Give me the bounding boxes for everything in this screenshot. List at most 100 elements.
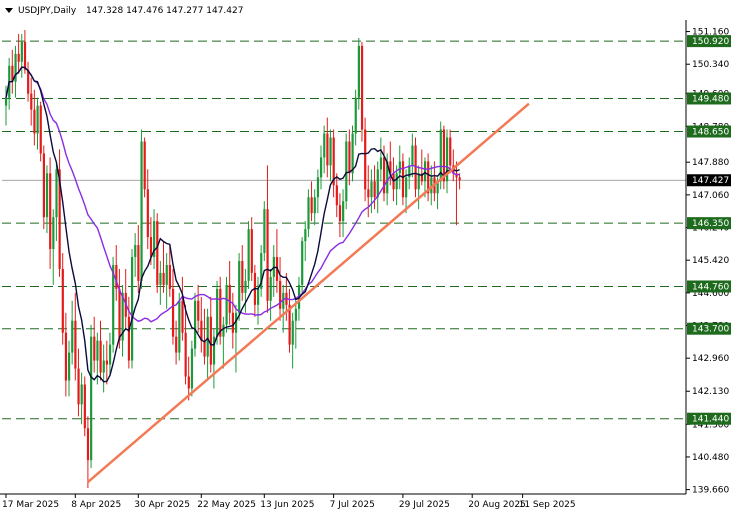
time-tick-label: 30 Apr 2025 (134, 500, 190, 510)
candle-body (83, 384, 86, 429)
candle-body (398, 161, 401, 174)
candle-body (360, 45, 364, 130)
candle-body (112, 264, 115, 345)
candle-body (23, 41, 27, 70)
price-tick-label: 147.880 (692, 158, 729, 168)
level-label-text: 148.650 (692, 128, 729, 138)
candle-body (313, 197, 316, 214)
candle-body (348, 141, 351, 174)
candle-body (131, 257, 134, 361)
price-tick-label: 142.130 (692, 387, 729, 397)
header: USDJPY,Daily 147.328 147.476 147.277 147… (5, 6, 243, 16)
candle-body (171, 288, 175, 337)
level-label-text: 146.350 (692, 219, 729, 229)
candle-body (231, 312, 234, 333)
candle-body (247, 229, 250, 281)
candle-body (279, 280, 282, 309)
candle-body (357, 45, 360, 98)
candle-body (108, 344, 112, 365)
candle-body (20, 41, 23, 62)
level-label-text: 144.760 (692, 282, 729, 292)
price-tick-label: 150.340 (692, 60, 729, 70)
candle-body (168, 264, 171, 289)
candle-body (216, 288, 219, 337)
time-tick-label: 8 Apr 2025 (71, 500, 121, 510)
candle-body (184, 332, 187, 377)
candle-body (367, 189, 370, 198)
candle-body (162, 272, 165, 285)
candle-body (219, 288, 222, 337)
level-label-text: 143.700 (692, 325, 729, 335)
candle-body (194, 300, 197, 349)
level-label-text: 149.480 (692, 94, 729, 104)
candle-body (304, 229, 307, 242)
candle-body (241, 260, 244, 293)
candle-body (181, 300, 184, 333)
candle-body (45, 173, 49, 218)
candle-body (316, 177, 320, 198)
candle-body (61, 268, 64, 333)
candle-body (90, 336, 93, 461)
current-price-label: 147.427 (687, 174, 731, 187)
candle-body (86, 428, 90, 461)
level-label-text: 141.440 (692, 415, 729, 425)
level-label-text: 150.920 (692, 37, 729, 47)
candle-body (137, 245, 140, 281)
candle-body (209, 316, 212, 365)
candle-body (263, 209, 266, 254)
time-tick-label: 22 May 2025 (197, 500, 256, 510)
candle-body (55, 169, 58, 218)
price-tick-label: 147.060 (692, 191, 729, 201)
candle-body (206, 316, 209, 357)
candle-body (127, 316, 131, 361)
candle-body (5, 97, 8, 106)
candle-body (307, 197, 310, 230)
current-price-text: 147.427 (692, 176, 729, 186)
candle-body (33, 109, 36, 134)
time-tick-label: 13 Jun 2025 (260, 500, 314, 510)
candle-body (449, 137, 452, 166)
candle-body (102, 360, 105, 373)
time-tick-label: 17 Mar 2025 (2, 500, 59, 510)
candle-body (342, 201, 345, 222)
price-tick-label: 145.420 (692, 256, 729, 266)
time-tick-label: 11 Sep 2025 (519, 500, 576, 510)
time-tick-label: 20 Aug 2025 (468, 500, 526, 510)
candle-body (228, 284, 231, 313)
candle-body (370, 181, 373, 198)
candle-body (338, 205, 342, 222)
candle-body (118, 288, 121, 341)
candle-body (203, 340, 206, 357)
candle-body (301, 241, 304, 285)
candle-body (156, 221, 159, 285)
candle-body (320, 157, 323, 178)
candle-body (310, 197, 313, 214)
candle-body (257, 288, 260, 305)
candle-body (68, 352, 71, 381)
candle-body (165, 264, 168, 285)
candle-body (178, 300, 181, 353)
price-tick-label: 142.960 (692, 354, 729, 364)
candle-body (99, 340, 102, 373)
candle-body (74, 320, 77, 369)
candle-body (269, 276, 272, 301)
candle-body (395, 173, 398, 190)
time-tick-label: 7 Jul 2025 (330, 500, 375, 510)
candle-body (329, 137, 332, 166)
candle-body (250, 229, 253, 273)
candle-body (351, 133, 354, 174)
candle-body (64, 332, 68, 381)
candle-body (159, 272, 162, 285)
candle-body (244, 280, 247, 293)
candle-body (354, 97, 357, 134)
candle-body (423, 161, 427, 182)
candle-body (401, 161, 405, 198)
candle-body (379, 157, 383, 170)
candle-body (266, 209, 269, 301)
candle-body (49, 173, 52, 250)
candle-body (238, 260, 241, 313)
candle-body (294, 308, 297, 321)
candle-body (364, 129, 367, 190)
candle-body (71, 320, 74, 353)
candle-body (376, 169, 379, 198)
